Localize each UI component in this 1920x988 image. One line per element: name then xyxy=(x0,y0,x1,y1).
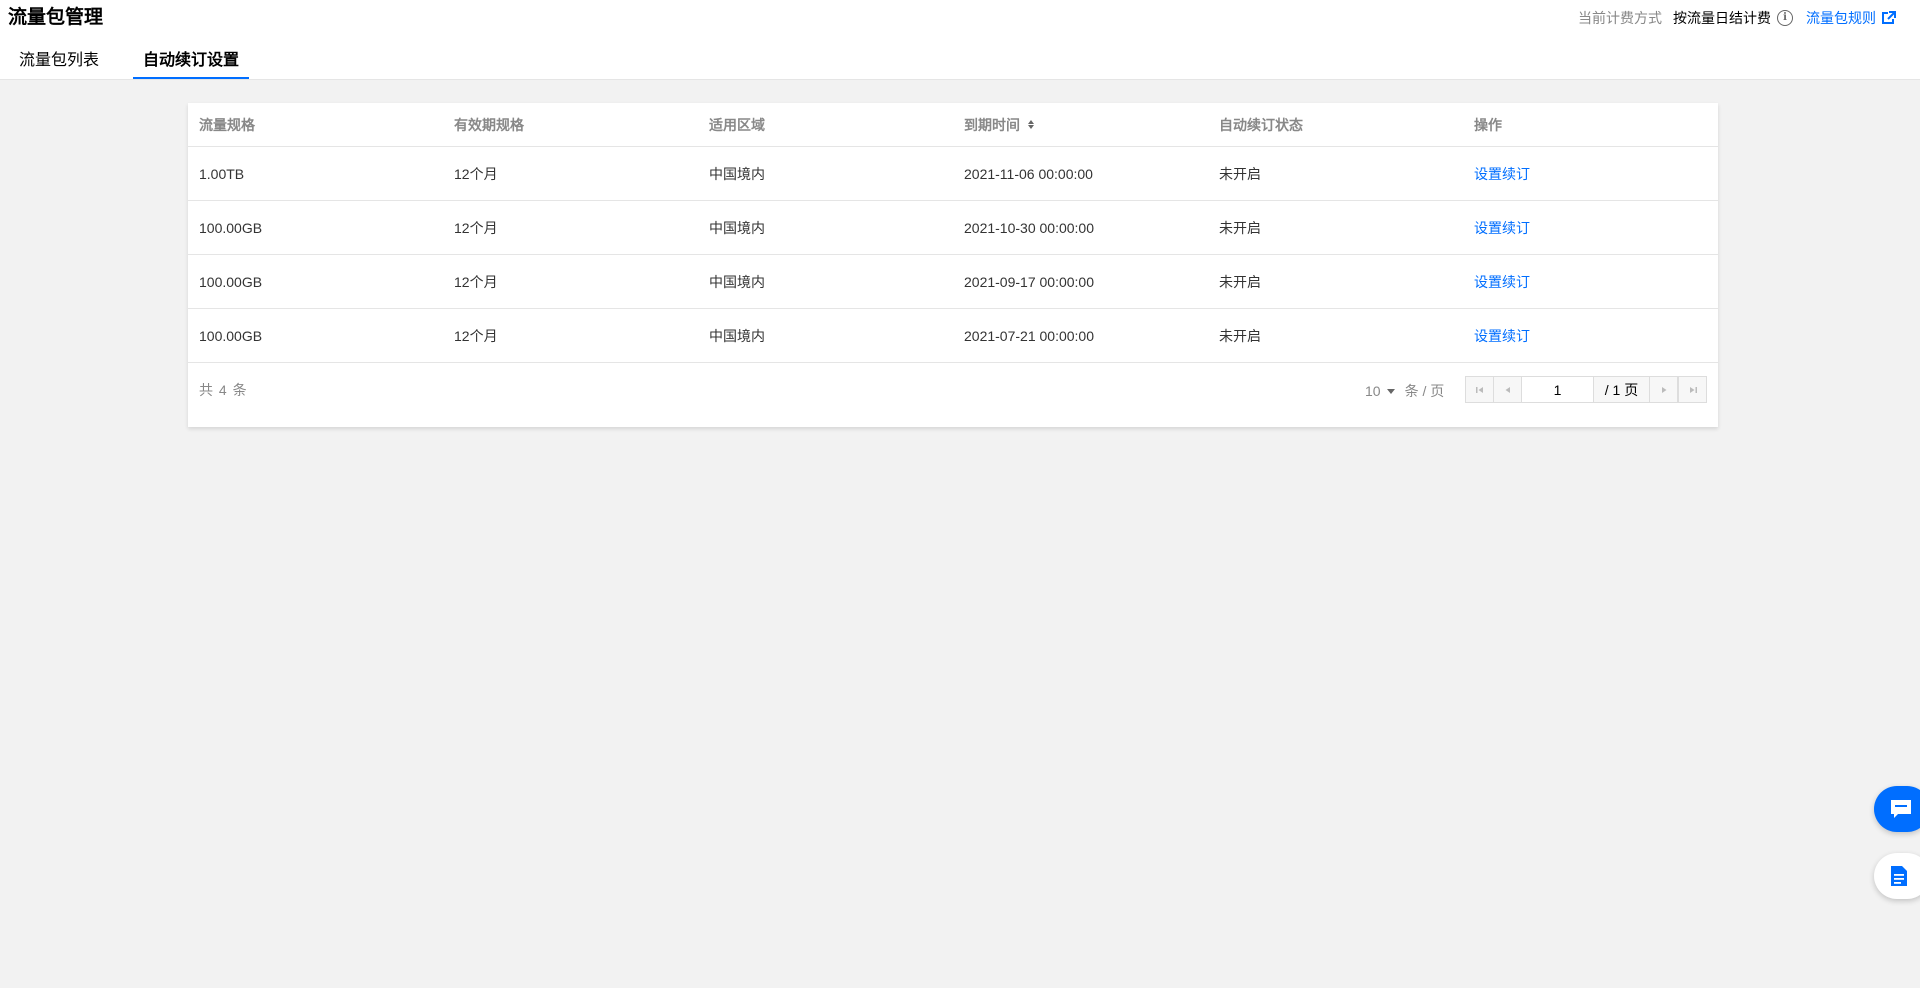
billing-label: 当前计费方式 xyxy=(1578,10,1662,26)
table-row: 1.00TB 12个月 中国境内 2021-11-06 00:00:00 未开启… xyxy=(188,147,1718,201)
cell-expire: 2021-10-30 00:00:00 xyxy=(964,219,1094,236)
cell-validity: 12个月 xyxy=(454,219,498,236)
info-icon[interactable]: i xyxy=(1777,10,1793,26)
tab-bar: 流量包列表 自动续订设置 xyxy=(0,50,250,80)
column-header-action: 操作 xyxy=(1474,116,1502,133)
auto-renew-table-card: 流量规格 有效期规格 适用区域 到期时间 自动续订状态 操作 1.00TB 12… xyxy=(188,103,1718,427)
prev-page-button[interactable] xyxy=(1494,377,1522,402)
cell-status: 未开启 xyxy=(1219,327,1261,344)
tab-package-list[interactable]: 流量包列表 xyxy=(9,50,109,80)
cell-spec: 100.00GB xyxy=(199,273,263,290)
page-size-unit: 条 / 页 xyxy=(1404,383,1445,399)
cell-validity: 12个月 xyxy=(454,165,498,182)
cell-spec: 100.00GB xyxy=(199,327,263,344)
document-button[interactable] xyxy=(1874,853,1920,899)
column-header-expire-label: 到期时间 xyxy=(964,116,1020,133)
table-row: 100.00GB 12个月 中国境内 2021-10-30 00:00:00 未… xyxy=(188,201,1718,255)
set-renewal-link[interactable]: 设置续订 xyxy=(1463,326,1718,346)
table-header: 流量规格 有效期规格 适用区域 到期时间 自动续订状态 操作 xyxy=(188,103,1718,147)
pager: / 1 页 xyxy=(1465,376,1707,403)
total-pages: / 1 页 xyxy=(1594,377,1650,402)
set-renewal-link[interactable]: 设置续订 xyxy=(1463,218,1718,238)
chevron-down-icon xyxy=(1386,388,1395,394)
next-page-icon xyxy=(1661,386,1666,393)
traffic-package-rules-link[interactable]: 流量包规则 xyxy=(1806,8,1876,28)
prev-page-icon xyxy=(1505,386,1510,393)
column-header-status: 自动续订状态 xyxy=(1219,116,1303,133)
cell-region: 中国境内 xyxy=(709,219,765,236)
last-page-icon xyxy=(1689,386,1697,393)
document-icon xyxy=(1891,866,1907,886)
column-header-region: 适用区域 xyxy=(709,116,765,133)
cell-region: 中国境内 xyxy=(709,273,765,290)
table-row: 100.00GB 12个月 中国境内 2021-07-21 00:00:00 未… xyxy=(188,309,1718,363)
set-renewal-link[interactable]: 设置续订 xyxy=(1463,164,1718,184)
cell-validity: 12个月 xyxy=(454,327,498,344)
next-page-button[interactable] xyxy=(1650,377,1678,402)
column-header-spec: 流量规格 xyxy=(199,116,255,133)
cell-status: 未开启 xyxy=(1219,165,1261,182)
page-number-input[interactable] xyxy=(1522,377,1594,402)
page-size-value: 10 xyxy=(1365,383,1381,399)
cell-expire: 2021-07-21 00:00:00 xyxy=(964,327,1094,344)
last-page-button[interactable] xyxy=(1678,377,1706,402)
external-link-icon[interactable] xyxy=(1882,11,1896,25)
cell-status: 未开启 xyxy=(1219,273,1261,290)
cell-validity: 12个月 xyxy=(454,273,498,290)
total-count: 共 4 条 xyxy=(199,382,248,398)
chat-button[interactable] xyxy=(1874,786,1920,832)
column-header-expire[interactable]: 到期时间 xyxy=(953,115,1208,135)
first-page-icon xyxy=(1475,386,1483,393)
billing-value: 按流量日结计费 xyxy=(1673,10,1771,26)
cell-region: 中国境内 xyxy=(709,327,765,344)
cell-status: 未开启 xyxy=(1219,219,1261,236)
tab-auto-renew-settings[interactable]: 自动续订设置 xyxy=(133,50,250,80)
first-page-button[interactable] xyxy=(1466,377,1494,402)
cell-expire: 2021-11-06 00:00:00 xyxy=(964,165,1093,182)
cell-expire: 2021-09-17 00:00:00 xyxy=(964,273,1094,290)
page-size-select[interactable]: 10 条 / 页 xyxy=(1365,381,1444,401)
set-renewal-link[interactable]: 设置续订 xyxy=(1463,272,1718,292)
chat-icon xyxy=(1891,800,1911,818)
page-title: 流量包管理 xyxy=(8,7,104,28)
cell-region: 中国境内 xyxy=(709,165,765,182)
cell-spec: 100.00GB xyxy=(199,219,263,236)
cell-spec: 1.00TB xyxy=(199,165,245,182)
top-bar: 流量包管理 当前计费方式 按流量日结计费 i 流量包规则 流量包列表 自动续订设… xyxy=(0,0,1920,80)
column-header-validity: 有效期规格 xyxy=(454,116,524,133)
billing-info: 当前计费方式 按流量日结计费 i 流量包规则 xyxy=(1578,8,1896,28)
table-footer: 共 4 条 10 条 / 页 / 1 页 xyxy=(188,363,1718,417)
table-row: 100.00GB 12个月 中国境内 2021-09-17 00:00:00 未… xyxy=(188,255,1718,309)
sort-icon[interactable] xyxy=(1028,120,1034,129)
